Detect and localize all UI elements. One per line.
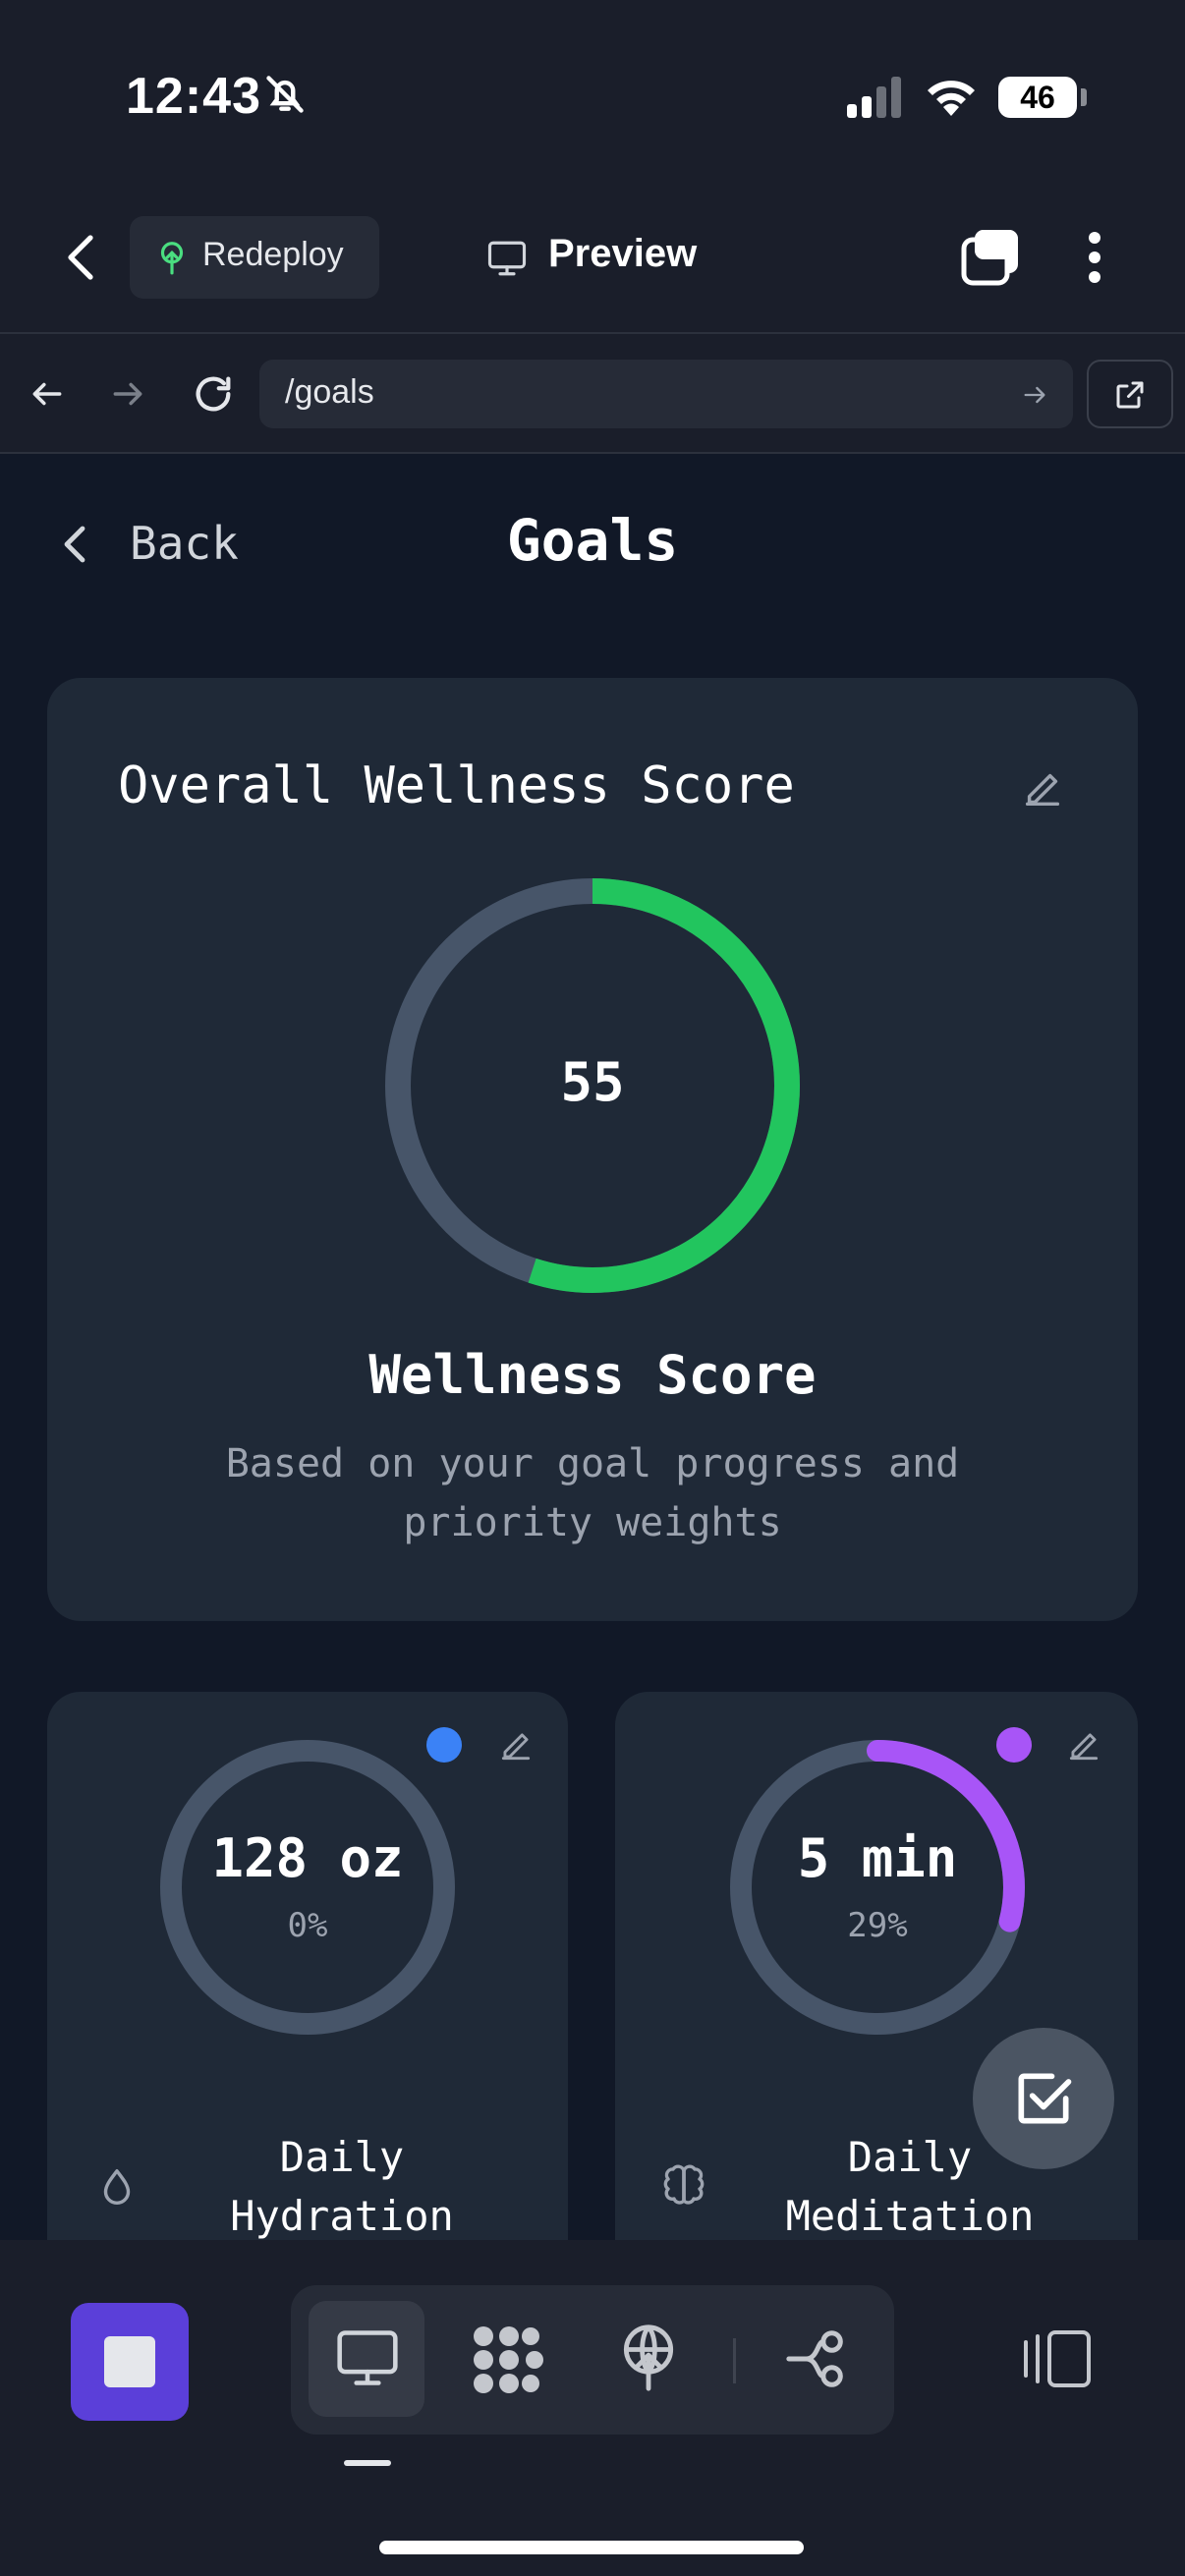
- battery-indicator: 46: [998, 77, 1077, 118]
- browser-forward-icon[interactable]: [108, 375, 147, 413]
- stop-icon: [104, 2336, 155, 2387]
- goal-name-line1: Daily: [279, 2133, 405, 2181]
- deploy-tree-icon: [153, 238, 191, 277]
- wellness-card-title: Overall Wellness Score: [118, 756, 795, 815]
- tabs-switcher-icon[interactable]: [961, 226, 1022, 287]
- signal-icon: [847, 77, 904, 118]
- bell-slash-icon: [263, 73, 307, 116]
- redeploy-label: Redeploy: [202, 236, 344, 273]
- monitor-icon: [334, 2324, 401, 2391]
- page-title: Goals: [506, 507, 679, 574]
- edit-pencil-icon[interactable]: [1020, 766, 1065, 812]
- edit-pencil-icon[interactable]: [1065, 1727, 1102, 1764]
- wellness-score-label: Wellness Score: [368, 1344, 817, 1406]
- checkbox-icon: [1010, 2065, 1077, 2132]
- preview-tab[interactable]: Preview: [548, 232, 697, 276]
- nav-back-icon[interactable]: [61, 230, 104, 285]
- deploy-icon[interactable]: [615, 2321, 682, 2395]
- reload-icon[interactable]: [191, 371, 236, 417]
- url-input[interactable]: [259, 360, 1073, 428]
- edit-pencil-icon[interactable]: [497, 1727, 535, 1764]
- brain-icon: [660, 2161, 707, 2209]
- modules-icon[interactable]: [470, 2323, 548, 2397]
- droplet-icon: [94, 2163, 140, 2212]
- home-indicator: [379, 2541, 804, 2554]
- goal-value: 5 min: [797, 1827, 958, 1889]
- status-time: 12:43: [126, 68, 261, 125]
- goal-percent: 0%: [287, 1906, 328, 1945]
- goal-percent: 29%: [847, 1906, 908, 1945]
- goal-name-line2: Meditation: [785, 2192, 1035, 2240]
- wifi-icon: [924, 73, 979, 116]
- browser-back-icon[interactable]: [28, 375, 67, 413]
- workflow-icon[interactable]: [782, 2324, 853, 2393]
- switcher-separator: [733, 2338, 736, 2383]
- more-menu-icon[interactable]: [1085, 230, 1104, 285]
- battery-tip: [1081, 88, 1087, 106]
- goal-name-line2: Hydration: [230, 2192, 454, 2240]
- go-arrow-icon[interactable]: [1020, 381, 1049, 409]
- url-path: /goals: [285, 373, 374, 411]
- split-view-icon[interactable]: [1018, 2328, 1093, 2389]
- goal-value: 128 oz: [211, 1827, 404, 1889]
- active-tab-indicator: [344, 2460, 391, 2466]
- external-link-icon: [1112, 377, 1148, 413]
- wellness-score-description: Based on your goal progress and priority…: [225, 1441, 960, 1545]
- monitor-icon: [485, 238, 529, 279]
- wellness-score-value: 55: [560, 1051, 625, 1113]
